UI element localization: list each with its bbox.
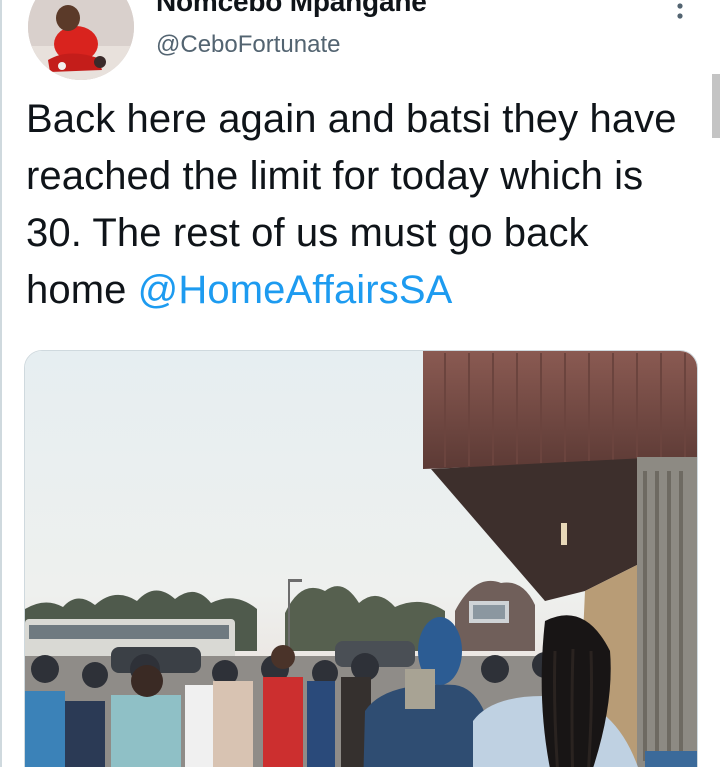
avatar[interactable] bbox=[26, 0, 136, 82]
user-handle[interactable]: @CeboFortunate bbox=[156, 31, 340, 59]
tweet-text: Back here again and batsi they have reac… bbox=[26, 91, 686, 319]
tweet-view: Nomcebo Mpangane @CeboFortunate Back her… bbox=[0, 0, 720, 767]
scrollbar[interactable] bbox=[712, 74, 720, 138]
queue-photo bbox=[25, 351, 697, 767]
column-divider bbox=[0, 0, 2, 767]
tweet-photo[interactable] bbox=[24, 350, 698, 767]
avatar-image bbox=[28, 0, 134, 80]
display-name[interactable]: Nomcebo Mpangane bbox=[156, 0, 427, 18]
more-options-button[interactable] bbox=[662, 0, 698, 24]
mention-link[interactable]: @HomeAffairsSA bbox=[138, 268, 453, 312]
more-vertical-icon bbox=[677, 3, 683, 19]
